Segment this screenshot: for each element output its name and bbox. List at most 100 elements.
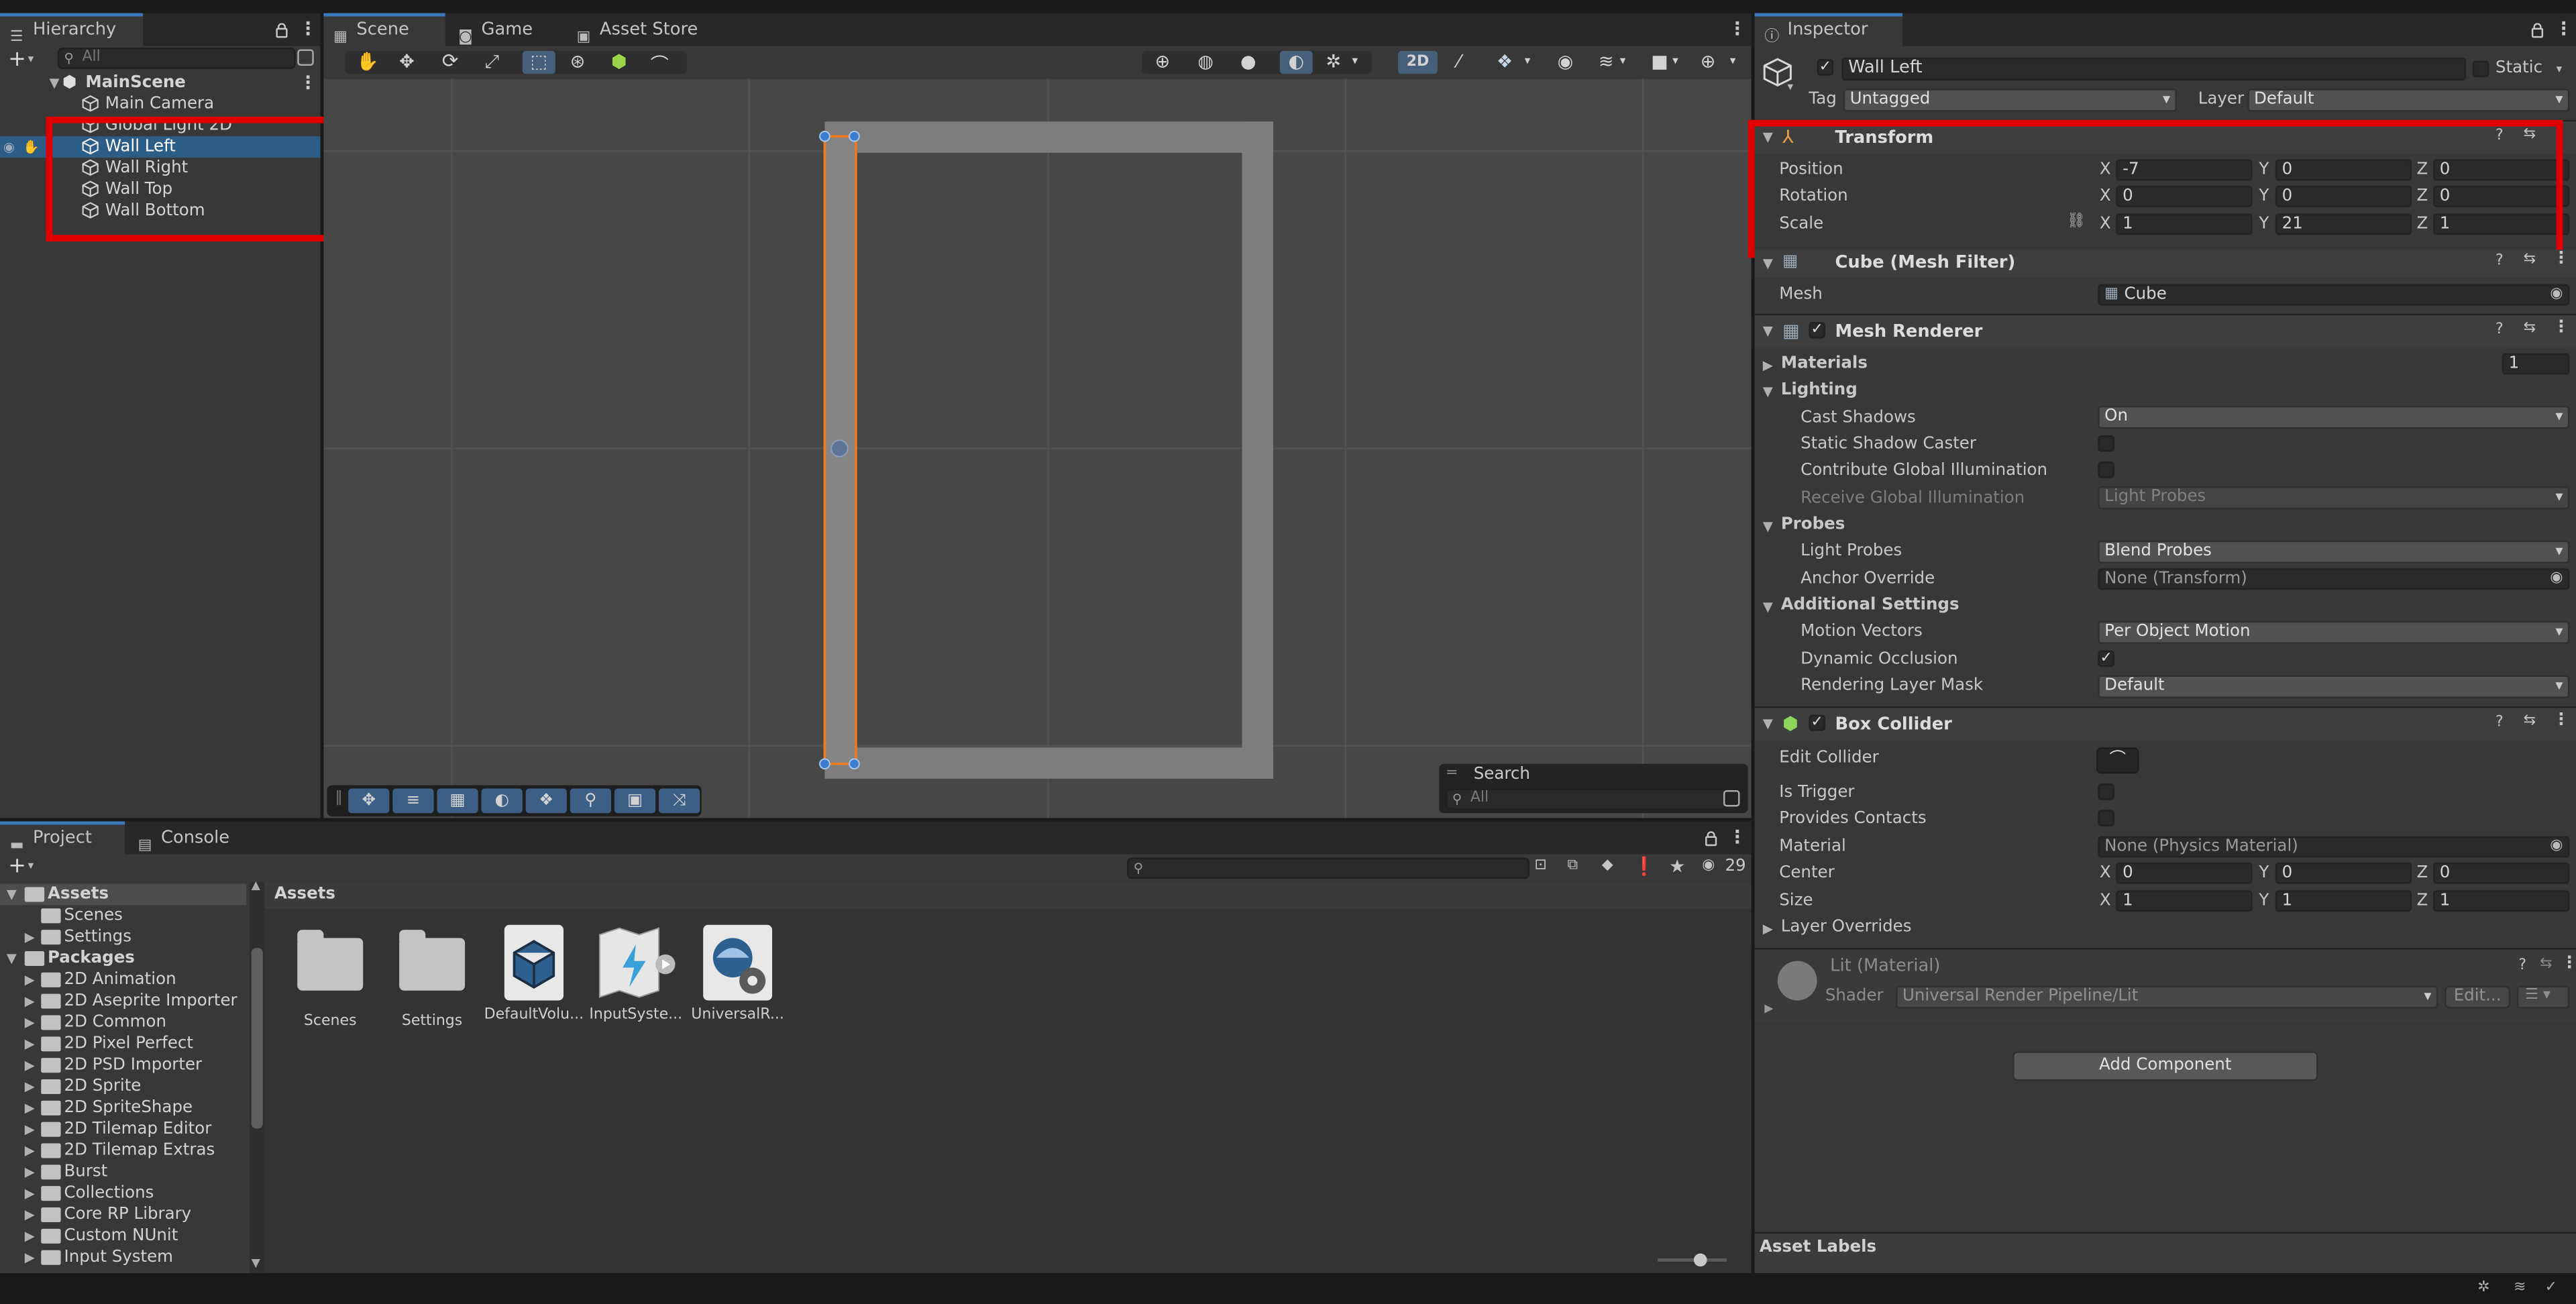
grid-snap-icon[interactable]: ▦: [437, 788, 478, 814]
star-icon[interactable]: ★: [1669, 856, 1685, 877]
foldout-right-icon[interactable]: ▶: [25, 1140, 35, 1162]
tab-scene[interactable]: ▦ Scene: [323, 13, 445, 46]
more-options-icon[interactable]: ⋮: [1728, 18, 1746, 40]
presets-icon[interactable]: ⇆: [2524, 321, 2536, 337]
tab-asset-store[interactable]: ▣ Asset Store: [567, 13, 731, 46]
add-component-button[interactable]: Add Component: [2012, 1051, 2318, 1081]
enabled-checkbox[interactable]: ✓: [1809, 714, 1825, 731]
foldout-right-icon[interactable]: ▶: [25, 1247, 35, 1268]
transform-tool-icon[interactable]: ⊛: [570, 51, 586, 72]
hand-tool-icon[interactable]: ✋: [356, 51, 379, 72]
foldout-right-icon[interactable]: ▶: [25, 1097, 35, 1119]
rendering-layer-dropdown[interactable]: Default: [2098, 675, 2570, 698]
foldout-arrow-icon[interactable]: ▼: [7, 948, 17, 969]
help-icon[interactable]: ?: [2496, 253, 2504, 269]
scene-more-icon[interactable]: ⋮: [299, 72, 317, 94]
breadcrumb[interactable]: Assets: [274, 885, 335, 904]
size-x-field[interactable]: 1: [2116, 890, 2253, 912]
sphere-icon[interactable]: ●: [1240, 51, 1256, 72]
visibility-eye-icon[interactable]: ◉: [3, 136, 15, 158]
foldout-arrow-icon[interactable]: ▼: [7, 884, 17, 906]
center-z-field[interactable]: 0: [2432, 862, 2570, 884]
chevron-down-icon[interactable]: ▾: [1788, 80, 1794, 94]
object-name-field[interactable]: Wall Left: [1841, 57, 2466, 81]
package-item[interactable]: ▶ 2D SpriteShape: [0, 1097, 246, 1119]
tree-item-assets[interactable]: ▼ Assets: [0, 883, 247, 906]
component-menu-icon[interactable]: ⋮: [2553, 711, 2569, 729]
layer-overrides-label[interactable]: Layer Overrides: [1781, 918, 1912, 936]
package-item[interactable]: ▶ Input System: [0, 1247, 246, 1268]
hierarchy-search-input[interactable]: ⚲ All: [57, 48, 296, 69]
materials-label[interactable]: Materials: [1781, 355, 1868, 373]
hierarchy-item[interactable]: Main Camera: [0, 94, 321, 115]
dynamic-occlusion-checkbox[interactable]: ✓: [2098, 650, 2114, 667]
tab-project[interactable]: ▬ Project: [0, 821, 125, 855]
object-picker-icon[interactable]: ◉: [2550, 286, 2563, 304]
mesh-filter-header[interactable]: ▼ ▦ Cube (Mesh Filter) ? ⇆ ⋮: [1754, 250, 2576, 278]
foldout-right-icon[interactable]: ▶: [25, 926, 35, 948]
pickable-hand-icon[interactable]: ✋: [23, 136, 39, 158]
search-options-icon[interactable]: [1723, 790, 1740, 807]
contribute-gi-checkbox[interactable]: [2098, 461, 2114, 478]
search-options-icon[interactable]: [297, 49, 314, 66]
foldout-right-icon[interactable]: ▶: [25, 1054, 35, 1076]
project-search-input[interactable]: ⚲: [1127, 857, 1530, 879]
scene-root-row[interactable]: ▼ ⬢ MainScene ⋮: [0, 72, 321, 94]
size-z-field[interactable]: 1: [2432, 890, 2570, 912]
static-shadow-checkbox[interactable]: [2098, 435, 2114, 452]
debug-bug-icon[interactable]: ✲: [2477, 1280, 2489, 1296]
lock-icon[interactable]: [2531, 23, 2544, 38]
shader-options-dropdown[interactable]: ☰ ▾: [2516, 985, 2570, 1009]
light-toggle-icon[interactable]: ⁄: [1457, 51, 1460, 72]
center-y-field[interactable]: 0: [2275, 862, 2412, 884]
type-filter-icon[interactable]: ⧉: [1567, 857, 1578, 873]
presets-icon[interactable]: ⇆: [2524, 252, 2536, 268]
align-icon[interactable]: ≡: [392, 788, 434, 814]
tree-item[interactable]: ▶ Settings: [0, 926, 246, 948]
object-picker-icon[interactable]: ◉: [2550, 570, 2563, 588]
drag-handle-icon[interactable]: ‖: [335, 790, 343, 806]
package-item[interactable]: ▶ 2D PSD Importer: [0, 1054, 246, 1076]
tree-item-packages[interactable]: ▼ Packages: [0, 948, 246, 969]
help-icon[interactable]: ?: [2496, 714, 2504, 730]
icon-size-slider[interactable]: [1658, 1253, 1727, 1267]
scroll-up-icon[interactable]: ▲: [252, 879, 260, 892]
package-item[interactable]: ▶ Core RP Library: [0, 1204, 246, 1226]
expand-arrow-icon[interactable]: ▼: [49, 72, 59, 94]
help-icon[interactable]: ?: [2518, 958, 2526, 974]
custom-tool-icon[interactable]: ⬢: [611, 51, 627, 72]
pivot-handle[interactable]: [830, 439, 849, 457]
component-menu-icon[interactable]: ⋮: [2561, 955, 2576, 973]
foldout-right-icon[interactable]: ▶: [25, 1033, 35, 1054]
asset-tile[interactable]: DefaultVolu...: [483, 924, 585, 1024]
foldout-right-icon[interactable]: ▶: [25, 1183, 35, 1204]
tab-hierarchy[interactable]: ☰ Hierarchy: [0, 13, 144, 46]
shader-dropdown[interactable]: Universal Render Pipeline/Lit: [1896, 985, 2438, 1009]
asset-tile[interactable]: UniversalR...: [687, 924, 789, 1024]
materials-count-field[interactable]: 1: [2502, 353, 2570, 375]
lock-icon[interactable]: [1705, 831, 1717, 847]
chevron-down-icon[interactable]: ▾: [1730, 54, 1736, 68]
layer-dropdown[interactable]: Default: [2247, 89, 2570, 112]
mesh-renderer-header[interactable]: ▼ ▦ ✓ Mesh Renderer ? ⇆ ⋮: [1754, 315, 2576, 349]
foldout-right-icon[interactable]: ▶: [25, 991, 35, 1012]
collider-edit-icon[interactable]: ⌒: [651, 51, 669, 77]
2d-toggle-button[interactable]: 2D: [1398, 50, 1438, 74]
static-checkbox[interactable]: [2472, 60, 2489, 78]
chevron-down-icon[interactable]: ▾: [2557, 62, 2563, 76]
lighting-toggle-icon[interactable]: ◐: [1279, 50, 1313, 74]
chevron-down-icon[interactable]: ▾: [1620, 54, 1626, 68]
bug-icon[interactable]: ✲: [1326, 51, 1341, 72]
visibility-icon[interactable]: ◉: [1558, 51, 1574, 72]
move-tool-icon[interactable]: ✥: [399, 51, 415, 72]
lock-icon[interactable]: [276, 23, 288, 38]
chevron-down-icon[interactable]: ▾: [1672, 54, 1678, 68]
tree-item[interactable]: Scenes: [0, 905, 246, 926]
cast-shadows-dropdown[interactable]: On: [2098, 405, 2570, 429]
package-item[interactable]: ▶ 2D Animation: [0, 969, 246, 991]
anchor-override-field[interactable]: None (Transform) ◉: [2098, 568, 2570, 590]
edit-shader-button[interactable]: Edit...: [2445, 985, 2511, 1009]
asset-tile[interactable]: Settings: [381, 925, 483, 1030]
foldout-right-icon[interactable]: ▶: [1763, 358, 1773, 373]
effects-icon[interactable]: ❖: [1497, 51, 1513, 72]
